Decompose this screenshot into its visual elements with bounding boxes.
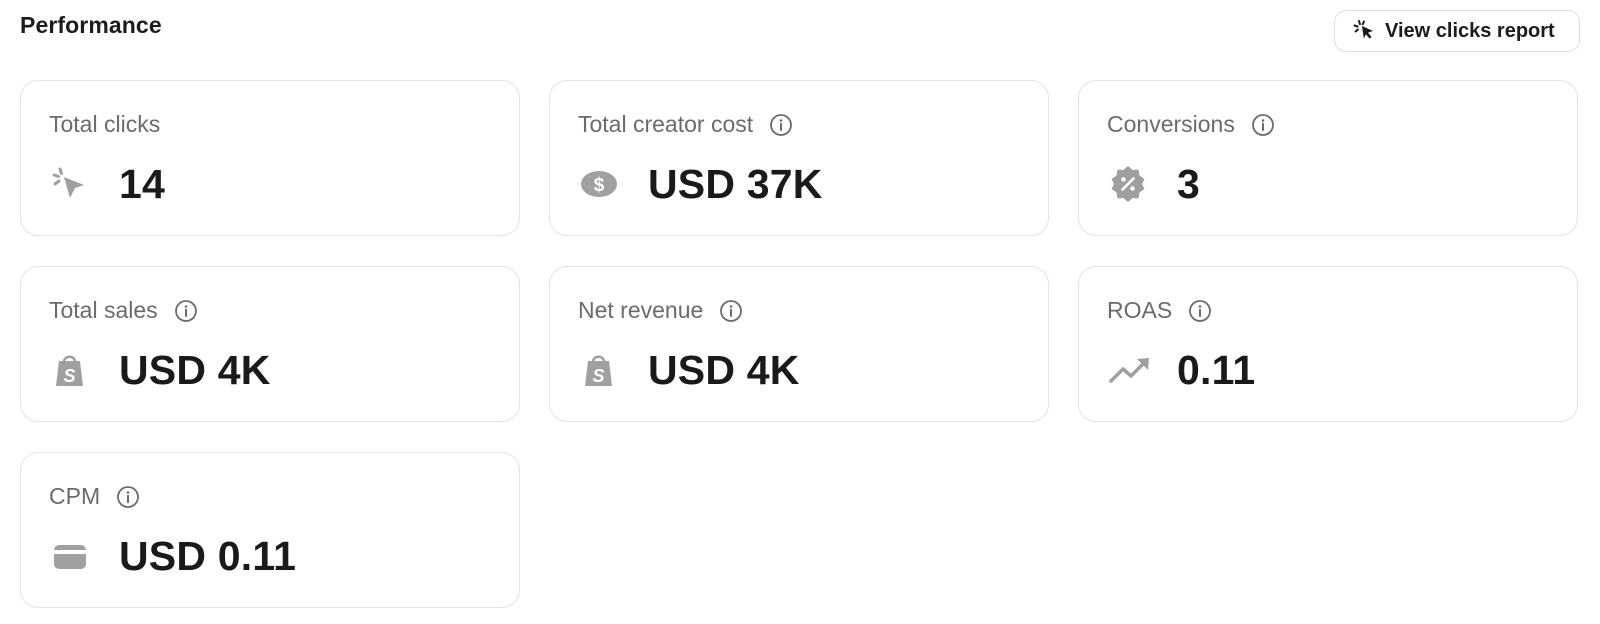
metric-card-total-sales: Total sales S USD 4K [20,266,520,422]
view-clicks-report-label: View clicks report [1385,19,1555,42]
cursor-click-icon [1353,19,1377,43]
svg-text:$: $ [594,175,605,196]
shopify-bag-icon: S [51,351,89,389]
shopify-bag-icon: S [580,351,618,389]
metric-label: Net revenue [578,297,704,323]
dollar-eye-icon: $ [580,165,618,203]
metric-value: 0.11 [1177,347,1256,393]
cursor-click-icon [51,165,89,203]
credit-card-icon [51,537,89,575]
info-icon[interactable] [1251,113,1275,137]
metric-label: Total sales [49,297,158,323]
info-icon[interactable] [1188,299,1212,323]
metric-value: USD 0.11 [119,533,297,579]
metric-card-roas: ROAS 0.11 [1078,266,1578,422]
trending-up-icon [1109,351,1153,389]
metric-value: 3 [1177,161,1201,207]
view-clicks-report-button[interactable]: View clicks report [1334,10,1580,52]
metric-card-total-clicks: Total clicks 14 [20,80,520,236]
metric-value: USD 4K [119,347,271,393]
metric-card-net-revenue: Net revenue S USD 4K [549,266,1049,422]
info-icon[interactable] [174,299,198,323]
discount-badge-icon [1109,165,1147,203]
metric-card-cpm: CPM USD 0.11 [20,452,520,608]
svg-text:S: S [63,366,75,386]
metric-value: USD 4K [648,347,800,393]
metric-card-conversions: Conversions 3 [1078,80,1578,236]
metric-label: CPM [49,483,101,509]
metric-value: 14 [119,161,166,207]
metric-label: Total creator cost [578,111,754,137]
metric-label: ROAS [1107,297,1173,323]
metric-card-total-creator-cost: Total creator cost $ USD 37K [549,80,1049,236]
info-icon[interactable] [719,299,743,323]
info-icon[interactable] [769,113,793,137]
metric-value: USD 37K [648,161,823,207]
section-title: Performance [20,12,162,38]
metric-label: Total clicks [49,111,161,137]
info-icon[interactable] [116,485,140,509]
metric-label: Conversions [1107,111,1235,137]
svg-text:S: S [592,366,604,386]
